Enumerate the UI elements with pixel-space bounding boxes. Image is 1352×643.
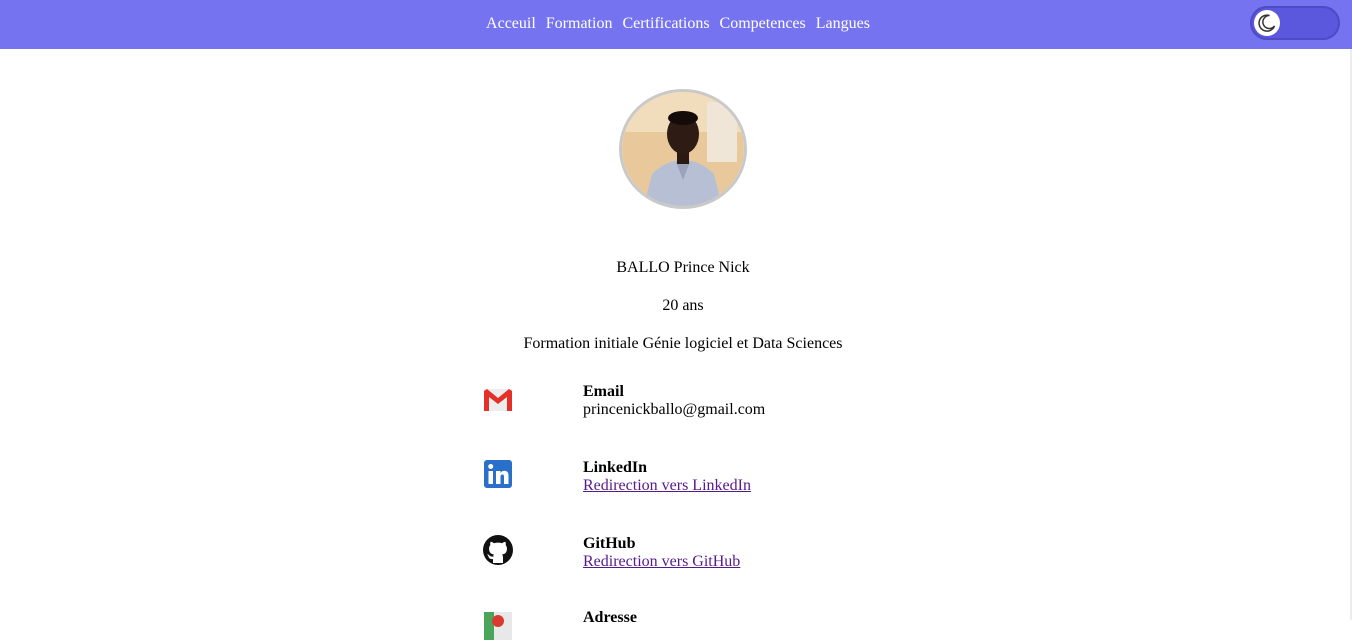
github-icon	[483, 535, 513, 565]
profile-avatar	[619, 89, 747, 209]
moon-icon	[1258, 14, 1276, 32]
nav-link-langues[interactable]: Langues	[816, 14, 870, 34]
address-label: Adresse	[583, 609, 637, 626]
linkedin-label: LinkedIn	[583, 459, 648, 476]
email-label: Email	[583, 383, 624, 400]
gmail-icon	[484, 389, 512, 411]
nav-link-competences[interactable]: Competences	[720, 14, 806, 34]
nav-links: Acceuil Formation Certifications Compete…	[0, 0, 1352, 49]
toggle-knob	[1254, 10, 1280, 36]
theme-toggle[interactable]	[1250, 6, 1340, 40]
email-value: princenickballo@gmail.com	[583, 401, 766, 418]
linkedin-icon	[484, 460, 512, 488]
navbar: Acceuil Formation Certifications Compete…	[0, 0, 1352, 49]
github-label: GitHub	[583, 535, 636, 552]
map-pin-icon	[484, 612, 512, 640]
nav-link-formation[interactable]: Formation	[546, 14, 613, 34]
nav-link-acceuil[interactable]: Acceuil	[486, 14, 536, 34]
profile-name: BALLO Prince Nick	[616, 259, 750, 276]
nav-link-certifications[interactable]: Certifications	[622, 14, 709, 34]
linkedin-link[interactable]: Redirection vers LinkedIn	[583, 477, 751, 495]
profile-age: 20 ans	[662, 297, 704, 314]
github-link[interactable]: Redirection vers GitHub	[583, 553, 740, 571]
profile-program: Formation initiale Génie logiciel et Dat…	[523, 335, 843, 352]
